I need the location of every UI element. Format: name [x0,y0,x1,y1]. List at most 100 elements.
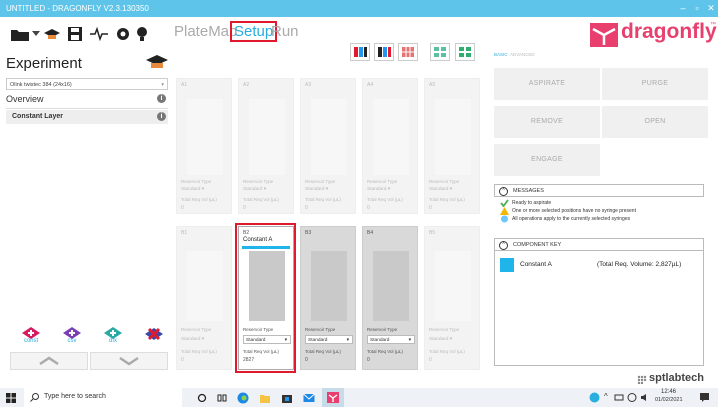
move-down-button[interactable] [90,352,168,370]
file-explorer-icon[interactable] [259,392,271,404]
reservoir-vol-value: 0 [181,205,184,211]
reservoir-b2[interactable]: B2 Constant A Reservoir Type Standard ▾ … [238,226,294,370]
view-grid-plates-button[interactable] [398,43,418,61]
reservoir-a5[interactable]: A5 Reservoir Type Standard ▾ Total Req V… [424,78,480,214]
window-title: UNTITLED - DRAGONFLY V2.3.130350 [6,4,149,13]
minimize-button[interactable]: – [676,0,690,17]
reservoir-a4[interactable]: A4 Reservoir Type Standard ▾ Total Req V… [362,78,418,214]
reservoir-b4[interactable]: B4 Reservoir Type Standard ▾ Total Req V… [362,226,418,370]
reservoir-type-value: Standard [305,187,325,192]
network-icon[interactable] [627,393,637,402]
view-colored-plates-button[interactable] [350,43,370,61]
experiment-cap-icon[interactable] [145,53,169,76]
graduation-cap-icon[interactable] [42,25,62,43]
delete-layer-button[interactable] [133,322,175,346]
tab-platemap[interactable]: PlateMap [174,23,237,40]
reservoir-vol-label: Total Req Vol (µL) [367,197,403,202]
reservoir-a1[interactable]: A1 Reservoir Type Standard ▾ Total Req V… [176,78,232,214]
engage-button[interactable]: ENGAGE [494,144,600,176]
tab-basic[interactable]: BASIC [494,52,508,57]
reservoir-b5[interactable]: B5 Reservoir Type Standard ▾ Total Req V… [424,226,480,370]
plate-select[interactable]: Olink twistec 384 (24x16) ▾ [6,78,168,90]
reservoir-b3[interactable]: B3 Reservoir Type Standard ▾ Total Req V… [300,226,356,370]
tab-advanced[interactable]: ADVANCED [510,52,535,57]
chevron-up-icon[interactable]: ^ [604,392,608,401]
reservoir-type-label: Reservoir Type [305,179,336,184]
reservoir-type-select[interactable]: Standard ▾ [181,335,229,344]
dragonfly-taskbar-button[interactable] [322,388,344,407]
reservoir-vol-value: 0 [367,357,370,363]
overview-row[interactable]: Overview i [6,92,168,106]
task-view-icon[interactable] [217,393,227,403]
reservoir-a2[interactable]: A2 Reservoir Type Standard ▾ Total Req V… [238,78,294,214]
reservoir-type-label: Reservoir Type [243,327,274,332]
reservoir-type-select[interactable]: Standard ▾ [429,185,477,194]
info-icon[interactable]: i [157,112,166,121]
const-button[interactable]: const [10,322,52,346]
search-input[interactable]: Type here to search [24,388,182,407]
reservoir-type-select[interactable]: Standard ▾ [305,185,353,194]
messages-header[interactable]: ^ MESSAGES [494,184,704,197]
reservoir-type-select[interactable]: Standard ▾ [243,185,291,194]
reservoir-type-select[interactable]: Standard ▾ [181,185,229,194]
experiment-title: Experiment [6,55,82,72]
constant-layer-row[interactable]: Constant Layer i [6,110,168,124]
move-up-button[interactable] [10,352,88,370]
tab-run[interactable]: Run [271,23,299,40]
reservoir-type-select[interactable]: Standard ▾ [367,185,415,194]
search-placeholder: Type here to search [44,393,106,400]
cortana-icon[interactable] [197,393,207,403]
help-icon[interactable] [589,392,600,403]
reservoir-type-value: Standard [243,187,263,192]
chevron-down-icon [119,356,139,366]
open-button[interactable]: OPEN [602,106,708,138]
reservoir-type-value: Standard [367,187,387,192]
csv-button[interactable]: csv [51,322,93,346]
reservoir-type-select[interactable]: Standard ▾ [367,335,415,344]
reservoir-vol-label: Total Req Vol (µL) [305,197,341,202]
notification-icon[interactable] [699,392,710,403]
reservoir-a3[interactable]: A3 Reservoir Type Standard ▾ Total Req V… [300,78,356,214]
view-stacked-plates-button[interactable] [374,43,394,61]
taskbar-time[interactable]: 12:46 [661,389,676,395]
pulse-icon[interactable] [89,25,109,43]
dfx-button[interactable]: dfx [92,322,134,346]
message-item: One or more selected positions have no s… [512,208,636,214]
remove-button[interactable]: REMOVE [494,106,600,138]
reservoir-type-label: Reservoir Type [429,179,460,184]
folder-icon[interactable] [10,25,30,43]
edge-icon[interactable] [237,392,249,404]
reservoir-tube [373,99,409,175]
chevron-down-icon: ▾ [161,82,164,88]
view-grid-filled-button[interactable] [455,43,475,61]
close-button[interactable]: ✕ [704,0,718,17]
title-bar: UNTITLED - DRAGONFLY V2.3.130350 – ▫ ✕ [0,0,718,17]
info-icon[interactable]: i [157,94,166,103]
component-key-header[interactable]: ^ COMPONENT KEY [494,238,704,251]
reservoir-type-select[interactable]: Standard ▾ [429,335,477,344]
store-icon[interactable] [281,392,293,404]
view-grid-outline-button[interactable] [430,43,450,61]
sptlabtech-logo: sptlabtech [649,372,705,384]
reservoir-vol-label: Total Req Vol (µL) [429,197,465,202]
gear-icon[interactable] [114,25,132,43]
volume-icon[interactable] [640,393,650,402]
reservoir-vol-label: Total Req Vol (µL) [243,197,279,202]
reservoir-type-select[interactable]: Standard ▾ [305,335,353,344]
reservoir-vol-label: Total Req Vol (µL) [429,349,465,354]
taskbar-date[interactable]: 01/02/2021 [655,397,683,403]
mail-icon[interactable] [303,392,315,404]
battery-icon[interactable] [614,393,624,402]
chevron-down-icon[interactable] [32,25,40,43]
windows-start-icon[interactable] [6,393,16,403]
save-icon[interactable] [66,25,84,43]
reservoir-vol-value: 0 [243,205,246,211]
lightbulb-icon[interactable] [135,25,149,43]
const-label: const [23,337,39,344]
aspirate-button[interactable]: ASPIRATE [494,68,600,100]
purge-button[interactable]: PURGE [602,68,708,100]
reservoir-b1[interactable]: B1 Reservoir Type Standard ▾ Total Req V… [176,226,232,370]
dfx-label: dfx [108,337,117,344]
maximize-button[interactable]: ▫ [690,0,704,17]
reservoir-type-select[interactable]: Standard ▾ [243,335,291,344]
